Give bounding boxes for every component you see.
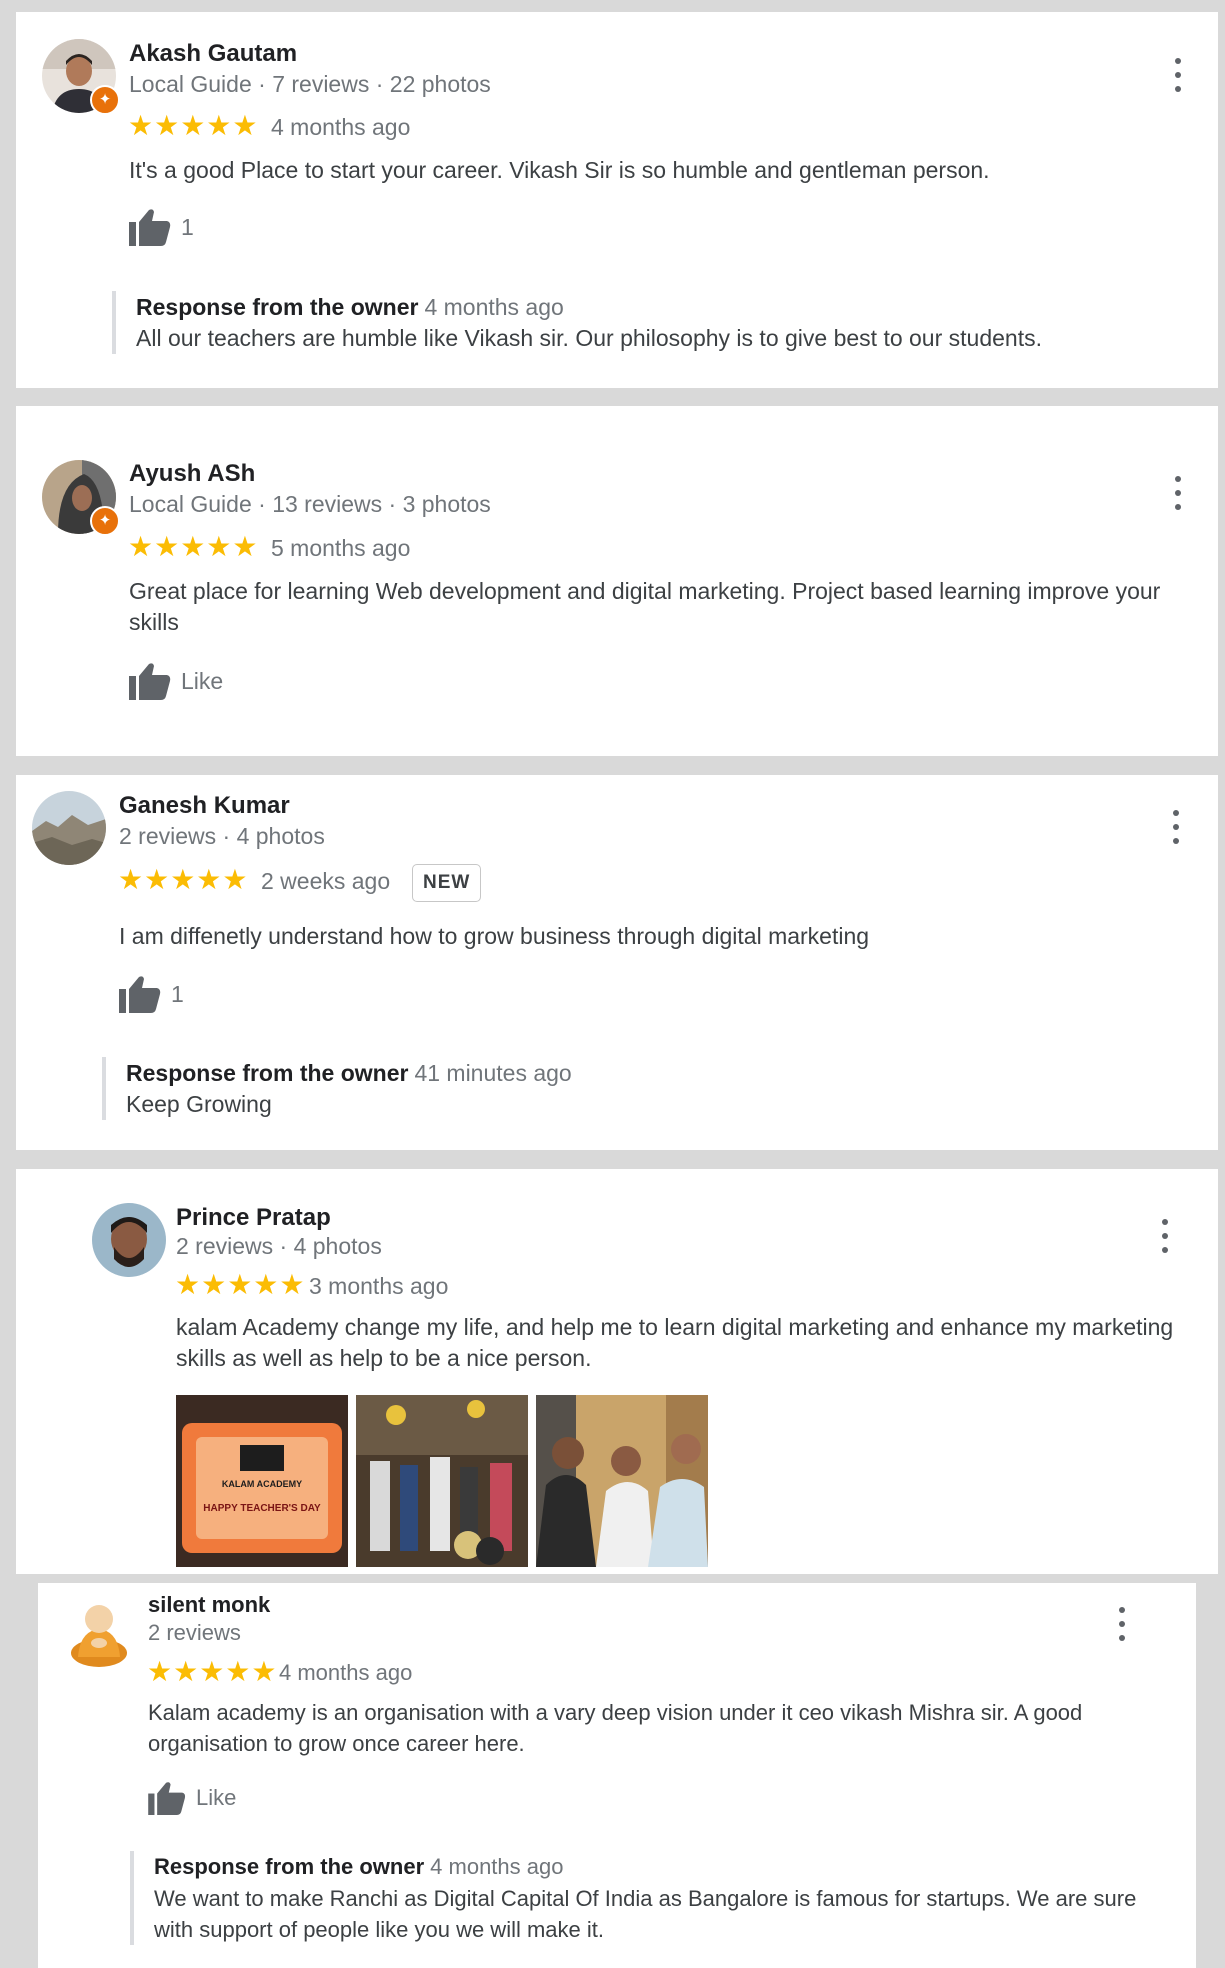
review-card: silent monk 2 reviews ★★★★★ 4 months ago…	[38, 1583, 1196, 1968]
review-photo[interactable]	[356, 1395, 528, 1567]
review-photo[interactable]	[536, 1395, 708, 1567]
rating-stars: ★★★★★	[175, 1269, 306, 1300]
reviewer-name[interactable]: Akash Gautam	[129, 40, 297, 68]
like-button[interactable]: Like	[148, 1781, 236, 1815]
thumbs-up-icon	[129, 209, 171, 246]
review-text: Kalam academy is an organisation with a …	[148, 1700, 1083, 1756]
like-label: Like	[196, 1785, 237, 1810]
response-date: 41 minutes ago	[414, 1060, 572, 1086]
cake-photo: KALAM ACADEMY HAPPY TEACHER'S DAY	[176, 1395, 348, 1567]
reviewer-meta[interactable]: Local Guide · 13 reviews · 3 photos	[129, 491, 491, 518]
rating-stars: ★★★★★	[118, 864, 249, 895]
more-vert-icon[interactable]	[1166, 58, 1190, 92]
like-button[interactable]: Like	[129, 662, 223, 700]
like-count: 1	[171, 980, 184, 1007]
group-photo	[356, 1395, 528, 1567]
reviewer-name[interactable]: Ganesh Kumar	[119, 792, 290, 820]
landscape-avatar-icon	[32, 791, 106, 865]
owner-response: Response from the owner 4 months ago All …	[112, 291, 1192, 354]
response-date: 4 months ago	[430, 1854, 564, 1879]
response-text: Keep Growing	[126, 1091, 272, 1117]
review-date: 4 months ago	[279, 1660, 413, 1685]
review-card: ✦ Akash Gautam Local Guide · 7 reviews ·…	[16, 12, 1218, 388]
rating-stars: ★★★★★	[128, 110, 259, 141]
review-date: 4 months ago	[271, 114, 411, 140]
more-vert-icon[interactable]	[1153, 1219, 1177, 1253]
person-avatar-icon	[92, 1203, 166, 1277]
reviewer-avatar[interactable]: ✦	[42, 39, 120, 115]
reviewer-name[interactable]: Prince Pratap	[176, 1204, 331, 1232]
owner-response: Response from the owner 4 months ago We w…	[130, 1851, 1170, 1945]
thumbs-up-icon	[119, 976, 161, 1013]
review-date: 3 months ago	[309, 1273, 449, 1299]
review-date: 2 weeks ago	[261, 868, 391, 894]
monk-avatar-icon	[62, 1595, 136, 1669]
review-text: Great place for learning Web development…	[129, 578, 1161, 635]
reviewer-meta[interactable]: 2 reviews	[148, 1620, 241, 1646]
like-count: 1	[181, 213, 194, 240]
review-card: Ganesh Kumar 2 reviews · 4 photos ★★★★★ …	[16, 775, 1218, 1150]
thumbs-up-icon	[129, 663, 171, 700]
review-card: Prince Pratap 2 reviews · 4 photos ★★★★★…	[16, 1169, 1218, 1574]
response-text: We want to make Ranchi as Digital Capita…	[154, 1886, 1137, 1942]
reviewer-avatar[interactable]	[32, 791, 106, 865]
response-date: 4 months ago	[424, 294, 564, 320]
review-text: It's a good Place to start your career. …	[129, 157, 990, 183]
owner-response: Response from the owner 41 minutes ago Ke…	[102, 1057, 1182, 1120]
review-card: ✦ Ayush ASh Local Guide · 13 reviews · 3…	[16, 406, 1218, 756]
rating-stars: ★★★★★	[128, 531, 259, 562]
local-guide-star-icon: ✦	[90, 85, 120, 115]
reviewer-meta[interactable]: 2 reviews · 4 photos	[119, 823, 325, 850]
more-vert-icon[interactable]	[1166, 476, 1190, 510]
review-photo[interactable]: KALAM ACADEMY HAPPY TEACHER'S DAY	[176, 1395, 348, 1567]
photo-subcaption: HAPPY TEACHER'S DAY	[203, 1503, 321, 1514]
reviewer-avatar[interactable]	[92, 1203, 166, 1277]
reviewer-meta[interactable]: Local Guide · 7 reviews · 22 photos	[129, 71, 491, 98]
handshake-photo	[536, 1395, 708, 1567]
reviewer-avatar[interactable]: ✦	[42, 460, 120, 536]
response-label: Response from the owner	[154, 1854, 425, 1879]
review-text: I am diffenetly understand how to grow b…	[119, 923, 870, 949]
reviewer-name[interactable]: Ayush ASh	[129, 460, 255, 488]
response-text: All our teachers are humble like Vikash …	[136, 325, 1042, 351]
rating-stars: ★★★★★	[147, 1656, 278, 1687]
local-guide-star-icon: ✦	[90, 506, 120, 536]
reviewer-meta[interactable]: 2 reviews · 4 photos	[176, 1233, 382, 1260]
like-button[interactable]: 1	[119, 975, 184, 1013]
thumbs-up-icon	[148, 1782, 186, 1815]
more-vert-icon[interactable]	[1110, 1607, 1134, 1641]
photo-caption: KALAM ACADEMY	[222, 1479, 302, 1489]
response-label: Response from the owner	[126, 1060, 409, 1086]
more-vert-icon[interactable]	[1164, 810, 1188, 844]
reviewer-avatar[interactable]	[62, 1595, 136, 1669]
like-label: Like	[181, 667, 224, 694]
review-text: kalam Academy change my life, and help m…	[176, 1314, 1174, 1371]
like-button[interactable]: 1	[129, 208, 194, 246]
reviewer-name[interactable]: silent monk	[148, 1592, 270, 1618]
review-date: 5 months ago	[271, 535, 411, 561]
response-label: Response from the owner	[136, 294, 419, 320]
new-badge: NEW	[412, 864, 482, 902]
